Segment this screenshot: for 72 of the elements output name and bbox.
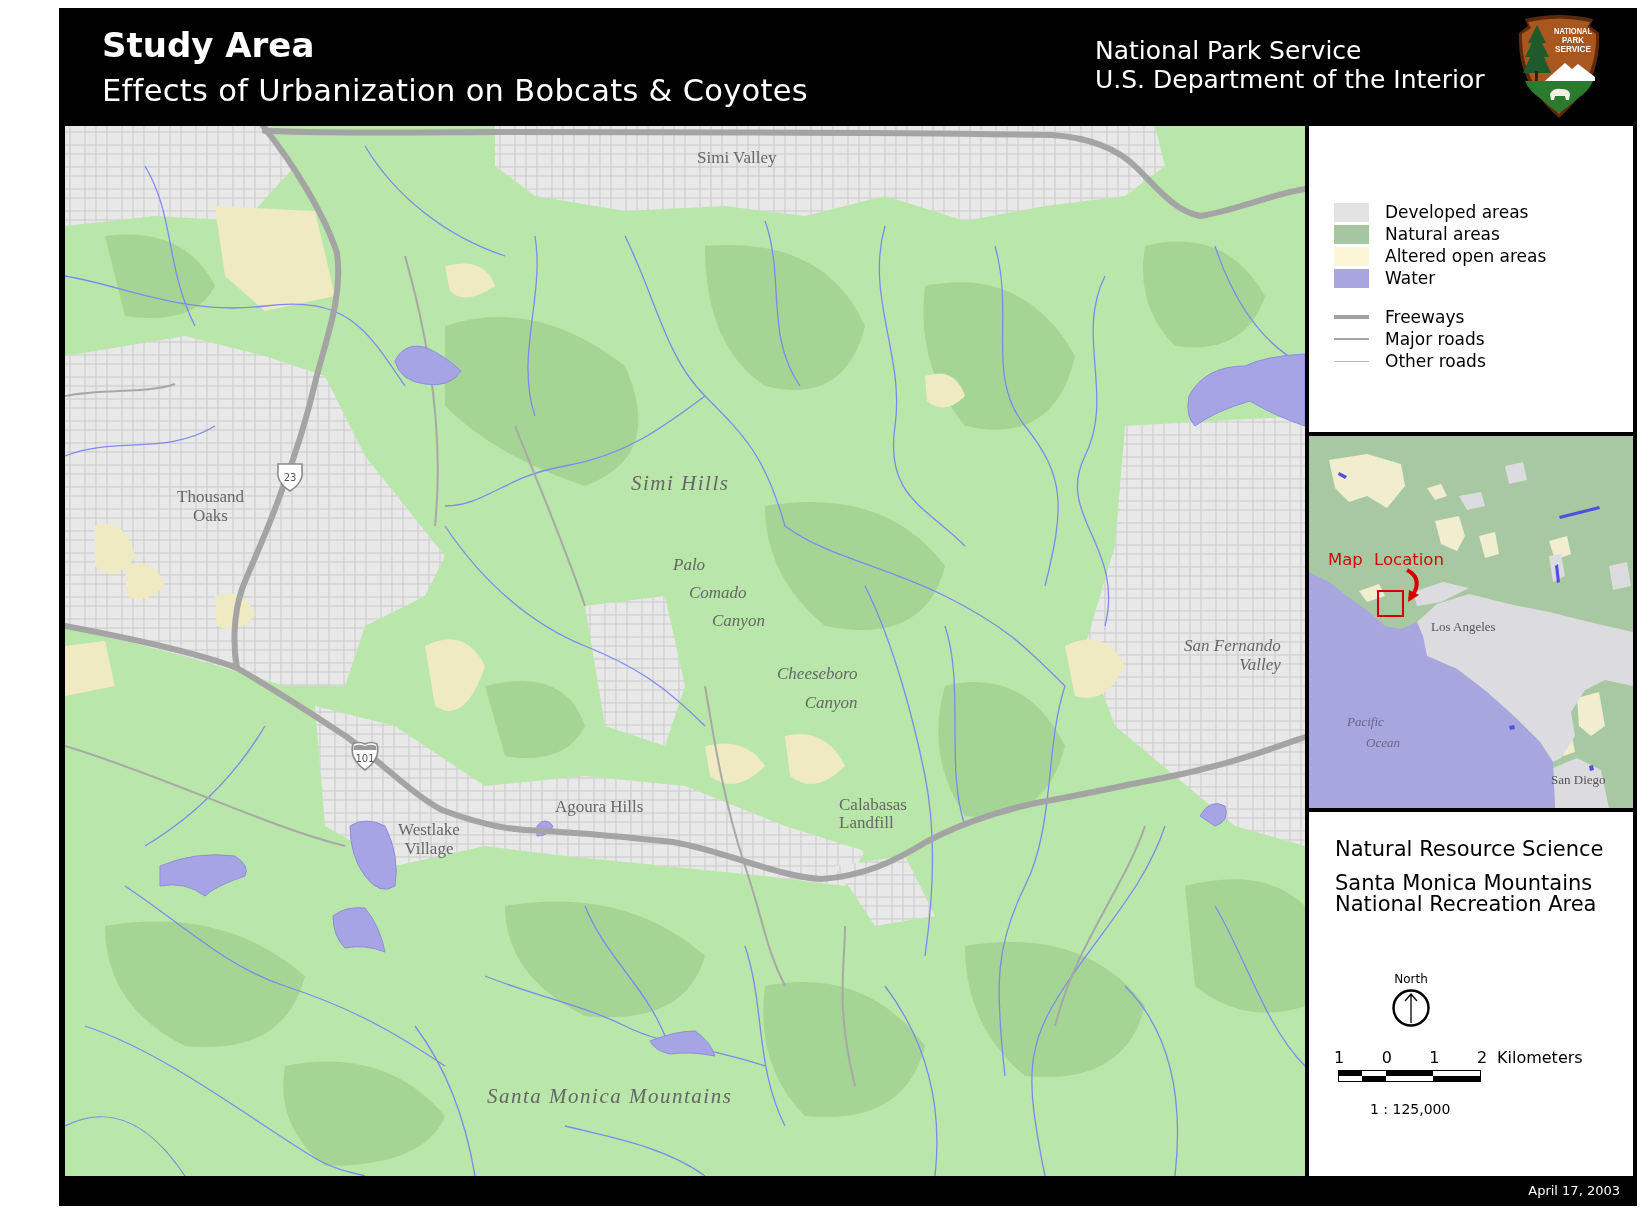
lake: [1338, 472, 1347, 479]
open-area: [425, 639, 485, 711]
place-label: San Fernando Valley: [1184, 636, 1281, 674]
lake: [536, 820, 554, 837]
arrowhead-logo: NATIONAL PARK SERVICE: [1517, 13, 1601, 118]
open-area: [1359, 584, 1385, 602]
legend-label: Altered open areas: [1385, 245, 1547, 267]
highway-shield: 101: [351, 741, 379, 771]
scale-tick-label: 0: [1381, 1049, 1392, 1067]
highway-shield: 23: [276, 463, 304, 492]
legend-label: Freeways: [1385, 306, 1465, 328]
open-area: [1435, 516, 1465, 551]
open-area: [95, 524, 135, 574]
place-label: Cheeseboro Canyon: [777, 663, 858, 714]
lake: [1555, 564, 1560, 583]
scale-tick-label: 1: [1429, 1049, 1440, 1067]
map-title: Study Area: [102, 25, 315, 65]
scale-ratio: 1 : 125,000: [1370, 1101, 1451, 1117]
lake: [1559, 506, 1600, 519]
place-label: Westlake Village: [398, 820, 460, 858]
place-label: Los Angeles: [1431, 619, 1496, 634]
place-label: Calabasas Landfill: [839, 796, 907, 832]
place-label: Palo Comado Canyon: [673, 554, 765, 632]
location-marker: [1377, 590, 1404, 617]
scale-tick-label: 2: [1477, 1049, 1488, 1067]
lake: [349, 820, 397, 890]
urban-area: [1459, 492, 1485, 510]
legend-line: [1334, 360, 1369, 362]
legend-label: Developed areas: [1385, 201, 1529, 223]
lake: [649, 1030, 716, 1057]
open-area: [1549, 536, 1571, 560]
lake: [1589, 765, 1594, 771]
lake: [1509, 725, 1515, 730]
place-label: Simi Hills: [631, 471, 730, 495]
legend-label: Other roads: [1385, 350, 1486, 372]
scale-unit: Kilometers: [1497, 1049, 1583, 1067]
open-area: [705, 743, 765, 784]
park-name: Santa Monica Mountains National Recreation Area: [1335, 873, 1597, 915]
open-area: [785, 734, 845, 784]
lake: [332, 907, 386, 953]
place-label: Santa Monica Mountains: [487, 1084, 733, 1108]
department-name: U.S. Department of the Interior: [1095, 65, 1485, 94]
open-area: [1427, 484, 1447, 500]
open-area: [125, 563, 165, 600]
legend-label: Major roads: [1385, 328, 1485, 350]
legend-line: [1334, 338, 1369, 340]
legend-label: Water: [1385, 267, 1436, 289]
curved-arrow: [1405, 568, 1419, 602]
place-label: Thousand Oaks: [177, 487, 245, 525]
map-date: April 17, 2003: [1528, 1183, 1620, 1199]
program-name: Natural Resource Science: [1335, 837, 1604, 862]
urban-area: [1505, 462, 1527, 484]
agency-name: National Park Service: [1095, 36, 1362, 65]
lake: [1199, 803, 1227, 827]
place-label: San Diego: [1551, 772, 1606, 787]
scale-tick-label: 1: [1334, 1049, 1345, 1067]
open-area: [215, 593, 255, 630]
map-location-label: Map Location: [1328, 551, 1444, 569]
lake: [394, 345, 462, 386]
open-area: [1577, 692, 1605, 736]
open-area: [1479, 532, 1499, 558]
open-area: [445, 263, 495, 298]
urban-area: [1609, 562, 1631, 590]
place-label: Simi Valley: [697, 148, 777, 167]
place-label: Agoura Hills: [555, 797, 644, 816]
north-label: North: [1394, 972, 1428, 986]
place-label: Pacific Ocean: [1347, 713, 1400, 752]
legend-label: Natural areas: [1385, 223, 1500, 245]
open-area: [65, 641, 115, 696]
open-area: [1065, 639, 1125, 698]
map-subtitle: Effects of Urbanization on Bobcats & Coyotes: [102, 73, 809, 109]
open-area: [925, 373, 965, 408]
